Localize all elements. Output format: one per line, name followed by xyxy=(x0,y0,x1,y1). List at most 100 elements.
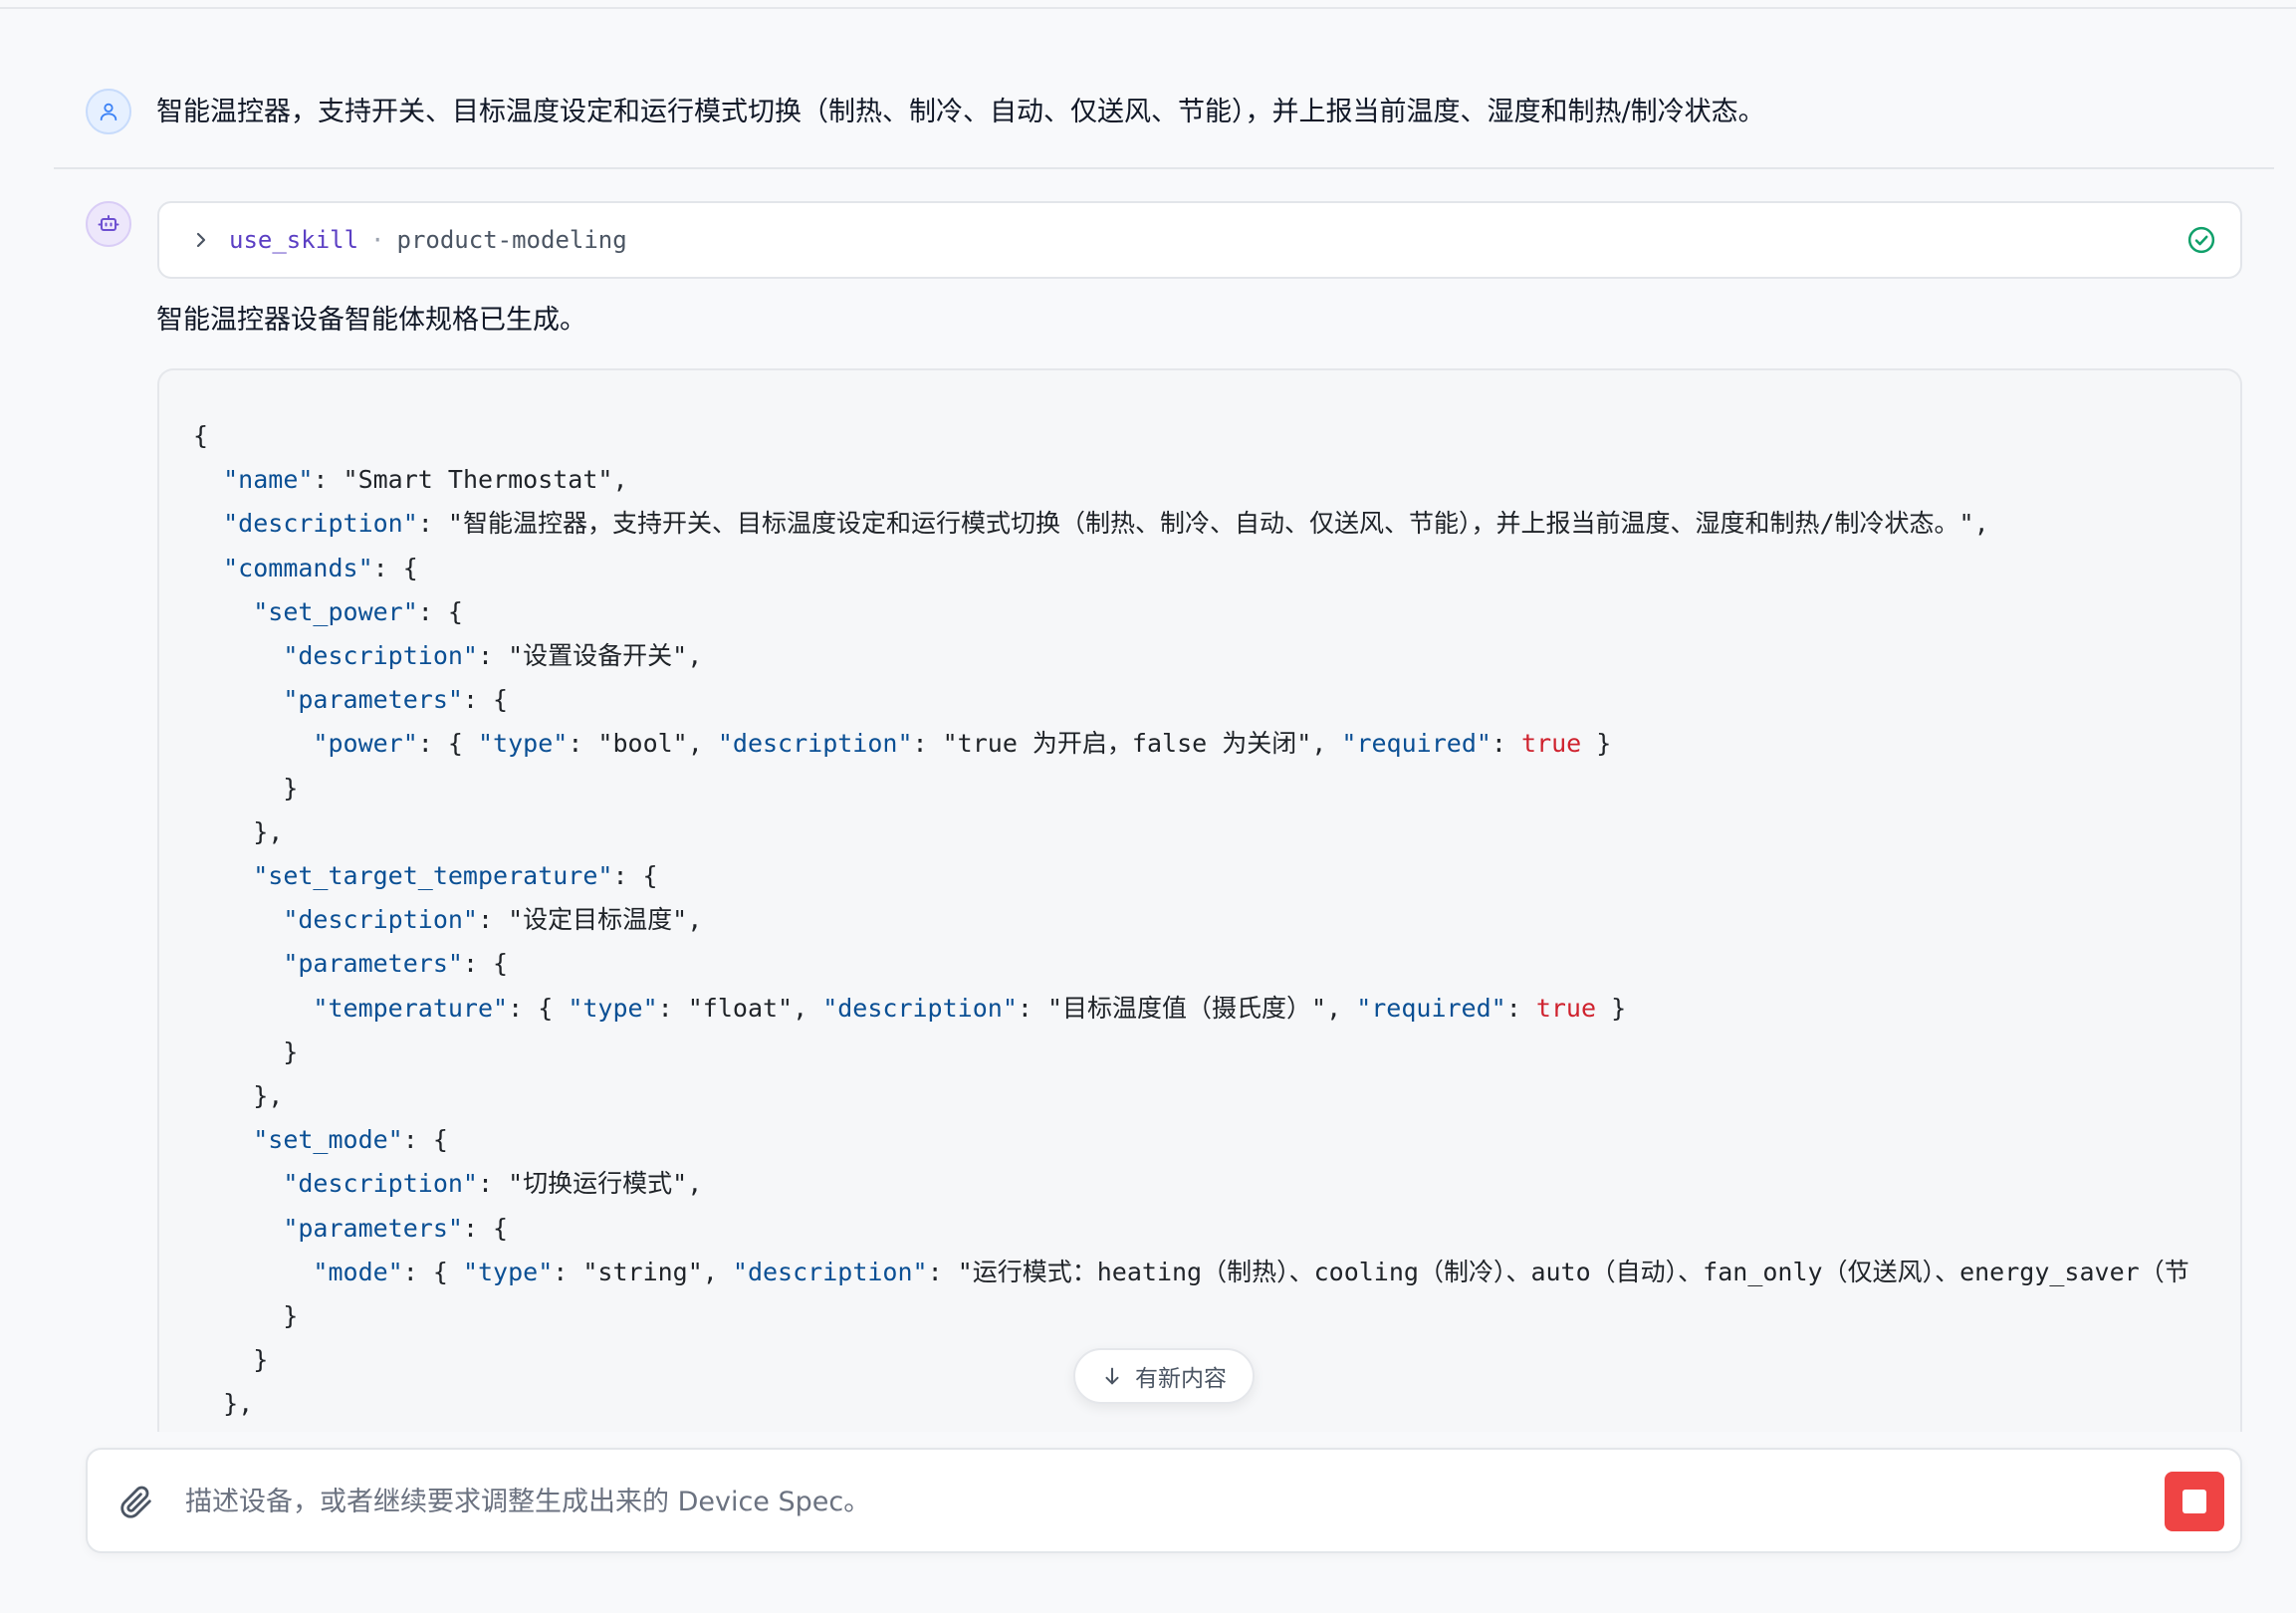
code-json-boolean: true xyxy=(1535,993,1597,1023)
chevron-right-icon[interactable] xyxy=(189,228,213,252)
code-json-key: "power" xyxy=(313,729,418,759)
code-punctuation: : { xyxy=(402,1257,463,1286)
tool-name: use_skill xyxy=(229,226,359,254)
code-punctuation: : xyxy=(568,729,598,759)
code-punctuation: : { xyxy=(508,993,569,1023)
code-json-key: "description" xyxy=(283,641,478,671)
code-json-string: "智能温控器，支持开关、目标温度设定和运行模式切换（制热、制冷、自动、仅送风、节… xyxy=(447,509,1974,539)
code-punctuation: , xyxy=(687,905,703,935)
code-json-key: "description" xyxy=(283,905,478,935)
code-punctuation: : { xyxy=(462,949,509,979)
code-punctuation: : { xyxy=(372,553,418,582)
code-punctuation: : { xyxy=(612,861,658,891)
new-content-button[interactable]: 有新内容 xyxy=(1073,1348,1255,1404)
code-punctuation: : xyxy=(477,641,509,671)
stop-button[interactable] xyxy=(2165,1472,2224,1531)
paperclip-icon[interactable] xyxy=(119,1486,153,1519)
code-line: } xyxy=(193,1301,298,1330)
code-json-key: "description" xyxy=(717,729,913,759)
code-punctuation: , xyxy=(1311,729,1342,759)
code-punctuation: , xyxy=(687,729,718,759)
code-punctuation: { xyxy=(193,421,209,450)
message-divider xyxy=(54,167,2274,169)
assistant-avatar xyxy=(86,201,131,247)
code-line: "description": "设定目标温度", xyxy=(193,905,702,934)
code-punctuation: : xyxy=(313,465,344,495)
code-punctuation: : xyxy=(477,905,509,935)
code-punctuation: , xyxy=(687,641,703,671)
code-line: "description": "智能温控器，支持开关、目标温度设定和运行模式切换… xyxy=(193,509,1989,538)
code-line: } xyxy=(193,1037,298,1066)
code-line: "temperature": { "type": "float", "descr… xyxy=(193,994,1626,1023)
code-line: "set_mode": { xyxy=(193,1125,448,1154)
code-json-string: "string" xyxy=(582,1257,703,1286)
code-json-key: "temperature" xyxy=(313,993,509,1023)
user-message: 智能温控器，支持开关、目标温度设定和运行模式切换（制热、制冷、自动、仅送风、节能… xyxy=(156,97,1765,127)
user-avatar xyxy=(86,89,131,134)
code-punctuation xyxy=(193,905,283,934)
code-punctuation: } xyxy=(193,1037,299,1066)
code-punctuation: : xyxy=(927,1257,958,1286)
code-content: { "name": "Smart Thermostat", "descripti… xyxy=(159,370,2240,1432)
code-punctuation: , xyxy=(612,465,628,495)
code-punctuation: } xyxy=(1581,729,1612,759)
composer xyxy=(86,1448,2242,1553)
code-punctuation xyxy=(193,994,313,1023)
code-punctuation xyxy=(193,729,313,758)
code-json-key: "description" xyxy=(732,1257,928,1286)
code-line: "parameters": { xyxy=(193,949,508,978)
code-line: "description": "切换运行模式", xyxy=(193,1169,702,1198)
code-line: "power": { "type": "bool", "description"… xyxy=(193,729,1611,758)
code-line: } xyxy=(193,1345,268,1374)
code-json-key: "type" xyxy=(478,729,569,759)
code-line: "set_target_temperature": { xyxy=(193,861,658,891)
code-line: "mode": { "type": "string", "description… xyxy=(193,1257,2188,1286)
code-punctuation xyxy=(193,685,283,714)
code-json-key: "required" xyxy=(1341,729,1492,759)
code-punctuation: , xyxy=(1326,993,1357,1023)
code-line: "name": "Smart Thermostat", xyxy=(193,465,628,495)
code-punctuation: }, xyxy=(193,1389,254,1419)
code-punctuation xyxy=(193,1258,313,1286)
robot-icon xyxy=(98,215,119,231)
code-block: { "name": "Smart Thermostat", "descripti… xyxy=(157,368,2242,1432)
code-json-key: "commands" xyxy=(223,553,373,582)
code-punctuation: , xyxy=(1973,509,1989,539)
tool-separator: · xyxy=(370,226,385,254)
code-punctuation: : xyxy=(417,509,448,539)
code-punctuation: : { xyxy=(402,1125,448,1155)
code-punctuation xyxy=(193,1169,283,1198)
code-json-string: "设定目标温度" xyxy=(508,905,688,935)
check-circle-icon xyxy=(2187,226,2215,254)
code-punctuation xyxy=(193,554,223,582)
code-json-key: "type" xyxy=(462,1257,554,1286)
code-json-key: "name" xyxy=(223,465,314,495)
code-line: } xyxy=(193,774,298,803)
code-punctuation: , xyxy=(793,993,823,1023)
new-content-label: 有新内容 xyxy=(1135,1366,1227,1392)
code-punctuation xyxy=(193,509,223,538)
code-json-key: "parameters" xyxy=(283,949,463,979)
code-punctuation xyxy=(193,465,223,494)
code-json-key: "description" xyxy=(223,509,418,539)
code-json-string: "设置设备开关" xyxy=(508,641,688,671)
stop-icon xyxy=(2182,1490,2206,1513)
chat-input[interactable] xyxy=(183,1476,2129,1527)
code-json-string: "目标温度值（摄氏度）" xyxy=(1046,993,1327,1023)
code-punctuation xyxy=(193,1214,283,1243)
code-json-key: "required" xyxy=(1356,993,1506,1023)
code-json-string: "bool" xyxy=(597,729,688,759)
code-line: }, xyxy=(193,817,283,846)
code-line: }, xyxy=(193,1389,253,1418)
arrow-down-icon xyxy=(1105,1367,1119,1385)
code-punctuation xyxy=(193,861,253,890)
code-json-key: "parameters" xyxy=(283,685,463,715)
code-json-key: "description" xyxy=(283,1169,478,1199)
tool-call-card[interactable]: use_skill · product-modeling xyxy=(157,201,2242,279)
code-json-key: "description" xyxy=(822,993,1018,1023)
code-punctuation: : xyxy=(553,1257,583,1286)
code-punctuation: : xyxy=(1491,729,1522,759)
code-json-key: "parameters" xyxy=(283,1213,463,1243)
assistant-message: 智能温控器设备智能体规格已生成。 xyxy=(156,305,586,336)
tool-call-label: use_skill · product-modeling xyxy=(229,203,627,277)
